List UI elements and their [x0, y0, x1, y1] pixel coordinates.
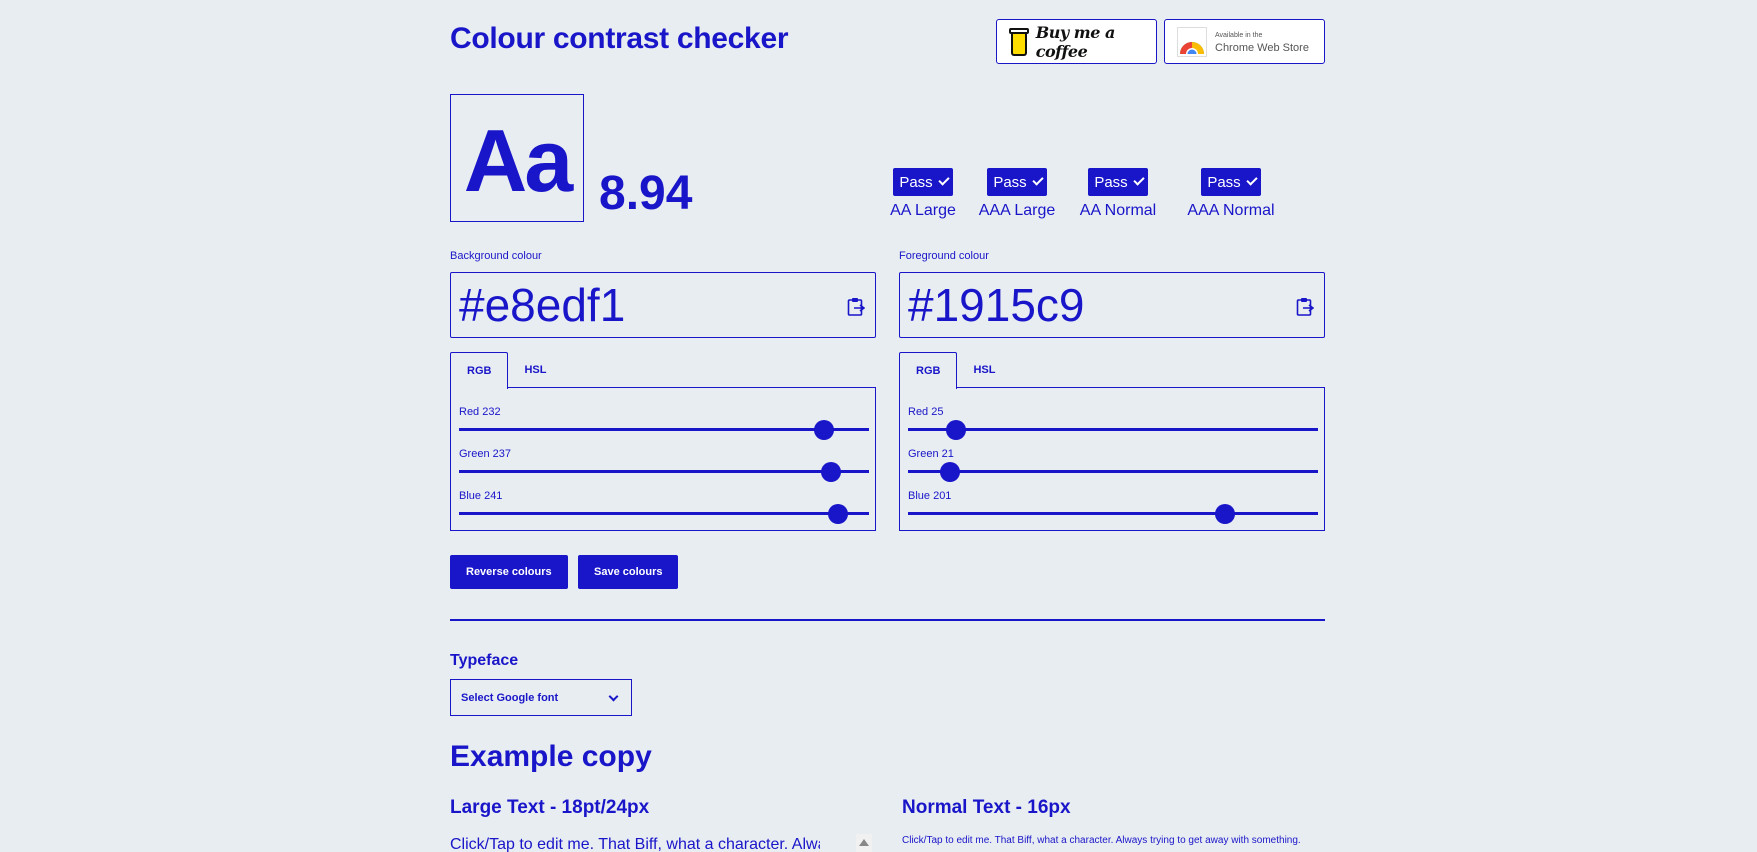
check-icon [938, 174, 950, 186]
slider-label: Blue 241 [459, 490, 503, 502]
tab-rgb[interactable]: RGB [899, 352, 958, 389]
chrome-small-text: Available in the [1215, 31, 1263, 39]
foreground-hex-value: #1915c9 [908, 279, 1085, 331]
page-title: Colour contrast checker [450, 22, 789, 55]
pass-badge: Pass [893, 168, 953, 196]
foreground-slider-panel: Red 25 Green 21 Blue 201 [899, 387, 1325, 531]
result-aa-normal: Pass AA Normal [1069, 168, 1167, 220]
slider-label: Red 232 [459, 406, 501, 418]
result-label: AAA Normal [1187, 202, 1275, 219]
pass-badge: Pass [987, 168, 1047, 196]
slider-thumb[interactable] [821, 462, 842, 482]
buy-me-a-coffee-button[interactable]: Buy me a coffee [996, 19, 1157, 64]
result-aaa-large: Pass AAA Large [968, 168, 1066, 220]
chrome-big-text: Chrome Web Store [1215, 41, 1309, 54]
font-select-value: Select Google font [461, 691, 559, 704]
result-label: AA Normal [1079, 202, 1157, 219]
coffee-button-label: Buy me a coffee [1035, 22, 1116, 61]
page-container: Colour contrast checker Buy me a coffee … [450, 0, 1325, 852]
foreground-blue-slider[interactable]: Blue 201 [908, 490, 1318, 524]
typeface-label: Typeface [450, 652, 519, 669]
slider-thumb[interactable] [946, 420, 967, 440]
check-icon [1133, 174, 1145, 186]
result-aaa-normal: Pass AAA Normal [1177, 168, 1285, 220]
google-font-select[interactable]: Select Google font [450, 679, 632, 716]
slider-track[interactable] [908, 470, 1318, 473]
foreground-tabs: RGB HSL [899, 352, 1011, 389]
contrast-preview: Aa [450, 94, 584, 222]
background-slider-panel: Red 232 Green 237 Blue 241 [450, 387, 876, 531]
background-red-slider[interactable]: Red 232 [459, 406, 869, 440]
slider-track[interactable] [459, 470, 869, 473]
slider-label: Green 237 [459, 448, 511, 460]
tab-hsl[interactable]: HSL [508, 352, 562, 388]
contrast-ratio: 8.94 [599, 167, 693, 220]
foreground-colour-label: Foreground colour [899, 250, 989, 262]
scroll-up-button[interactable] [856, 834, 872, 852]
check-icon [1246, 174, 1258, 186]
background-colour-label: Background colour [450, 250, 542, 262]
slider-thumb[interactable] [827, 504, 848, 524]
slider-thumb[interactable] [940, 462, 961, 482]
pass-badge: Pass [1088, 168, 1148, 196]
example-copy-title: Example copy [450, 740, 652, 773]
save-colours-button[interactable]: Save colours [578, 555, 679, 589]
slider-label: Red 25 [908, 406, 944, 418]
chrome-web-store-button[interactable]: Available in the Chrome Web Store [1164, 19, 1325, 64]
reverse-colours-button[interactable]: Reverse colours [450, 555, 568, 589]
slider-thumb[interactable] [1215, 504, 1236, 524]
check-icon [1032, 174, 1044, 186]
paste-clipboard-icon[interactable] [1296, 297, 1314, 317]
chrome-logo-icon [1177, 26, 1207, 57]
background-hex-value: #e8edf1 [459, 279, 626, 331]
foreground-green-slider[interactable]: Green 21 [908, 448, 1318, 482]
triangle-up-icon [859, 839, 869, 846]
pass-badge: Pass [1201, 168, 1261, 196]
background-hex-input[interactable]: #e8edf1 [450, 272, 876, 338]
large-text-title: Large Text - 18pt/24px [450, 797, 650, 818]
tab-hsl[interactable]: HSL [957, 352, 1011, 388]
background-tabs: RGB HSL [450, 352, 562, 389]
result-label: AAA Large [978, 202, 1056, 219]
large-text-editable[interactable]: Click/Tap to edit me. That Biff, what a … [450, 836, 820, 852]
normal-text-editable[interactable]: Click/Tap to edit me. That Biff, what a … [902, 835, 1301, 846]
foreground-red-slider[interactable]: Red 25 [908, 406, 1318, 440]
slider-track[interactable] [908, 512, 1318, 515]
background-blue-slider[interactable]: Blue 241 [459, 490, 869, 524]
slider-label: Blue 201 [908, 490, 952, 502]
slider-track[interactable] [459, 428, 869, 431]
normal-text-title: Normal Text - 16px [902, 797, 1071, 818]
section-divider [450, 619, 1325, 621]
slider-track[interactable] [908, 428, 1318, 431]
coffee-cup-icon [1009, 27, 1029, 56]
slider-thumb[interactable] [813, 420, 834, 440]
paste-clipboard-icon[interactable] [847, 297, 865, 317]
slider-label: Green 21 [908, 448, 954, 460]
slider-track[interactable] [459, 512, 869, 515]
chevron-down-icon [608, 691, 619, 702]
result-label: AA Large [890, 202, 956, 219]
foreground-hex-input[interactable]: #1915c9 [899, 272, 1325, 338]
result-aa-large: Pass AA Large [879, 168, 967, 220]
background-green-slider[interactable]: Green 237 [459, 448, 869, 482]
tab-rgb[interactable]: RGB [450, 352, 509, 389]
